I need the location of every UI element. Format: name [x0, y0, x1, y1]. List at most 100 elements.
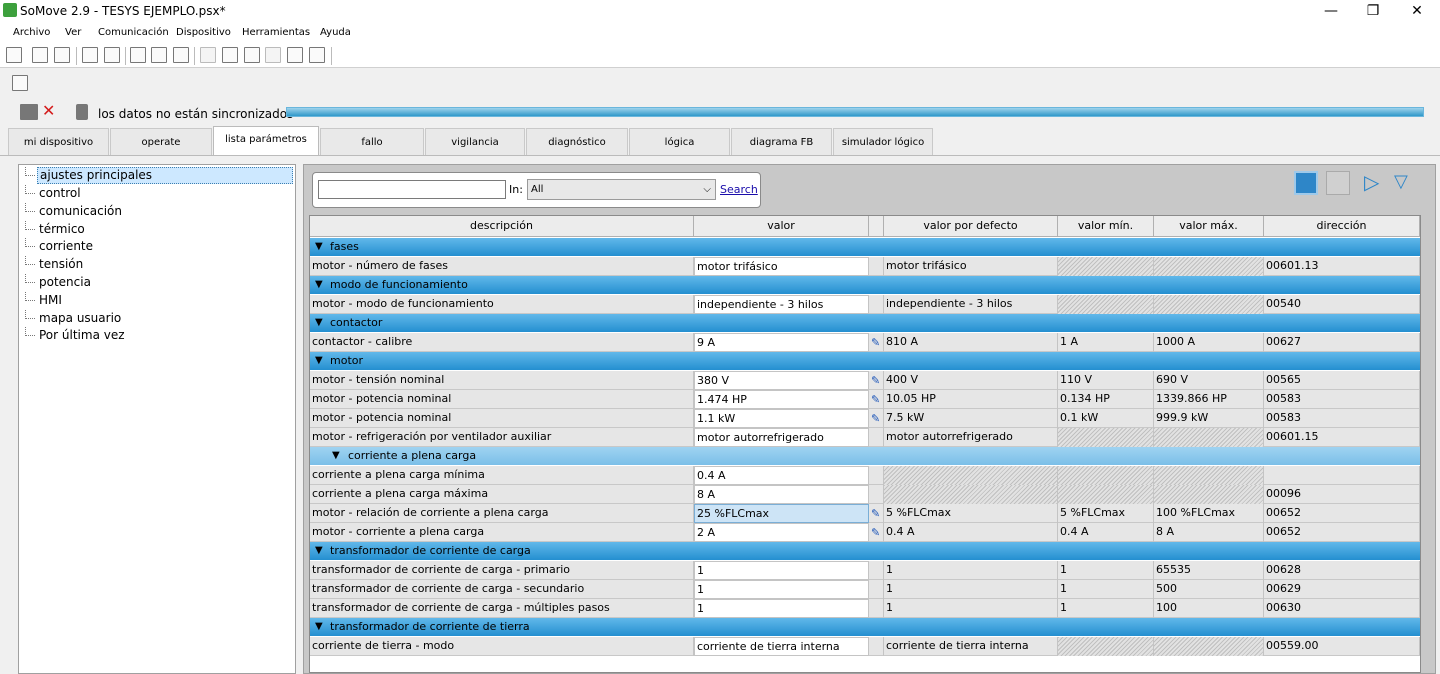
menu-ayuda[interactable]: Ayuda: [320, 27, 351, 38]
cell-valor[interactable]: 9 A: [694, 333, 869, 352]
tree-item-control[interactable]: control: [19, 185, 295, 202]
collapse-triangle-icon[interactable]: ▼: [315, 352, 323, 370]
upload-icon[interactable]: [287, 47, 303, 63]
cell-valor[interactable]: 2 A: [694, 523, 869, 542]
group-header-motor[interactable]: ▼ motor: [310, 352, 1420, 370]
cell-valor-por-defecto: 10.05 HP: [884, 390, 1058, 409]
edit-cell: ✎: [869, 371, 884, 390]
tab-lista-parametros[interactable]: lista parámetros: [213, 126, 319, 156]
collapse-all-icon[interactable]: ▽: [1394, 171, 1418, 195]
cell-valor-max: [1154, 485, 1264, 504]
group-header-tierra[interactable]: ▼ transformador de corriente de tierra: [310, 618, 1420, 636]
tree-item-tension[interactable]: tensión: [19, 256, 295, 273]
collapse-triangle-icon[interactable]: ▼: [332, 447, 340, 465]
cell-valor[interactable]: 0.4 A: [694, 466, 869, 485]
menu-herramientas[interactable]: Herramientas: [242, 27, 310, 38]
print-preview-icon[interactable]: [151, 47, 167, 63]
edit-cell: [869, 637, 884, 656]
menu-dispositivo[interactable]: Dispositivo: [176, 27, 231, 38]
tab-diagrama-fb[interactable]: diagrama FB: [731, 128, 832, 156]
table-row: corriente a plena carga máxima 8 A 00096: [310, 485, 1420, 504]
cell-valor[interactable]: 380 V: [694, 371, 869, 390]
column-header-direccion[interactable]: dirección: [1264, 216, 1420, 237]
collapse-triangle-icon[interactable]: ▼: [315, 618, 323, 636]
tree-item-hmi[interactable]: HMI: [19, 292, 295, 309]
pencil-icon[interactable]: ✎: [871, 524, 880, 542]
column-header-descripcion[interactable]: descripción: [310, 216, 694, 237]
scan-network-icon[interactable]: [200, 47, 216, 63]
tree-item-por-ultima-vez[interactable]: Por última vez: [19, 327, 295, 344]
tree-item-mapa-usuario[interactable]: mapa usuario: [19, 310, 295, 327]
cell-valor[interactable]: 1.474 HP: [694, 390, 869, 409]
home-icon[interactable]: [6, 47, 22, 63]
tree-item-corriente[interactable]: corriente: [19, 238, 295, 255]
cell-valor[interactable]: 1.1 kW: [694, 409, 869, 428]
search-button[interactable]: Search: [720, 183, 758, 196]
column-header-valor-min[interactable]: valor mín.: [1058, 216, 1154, 237]
cell-valor[interactable]: 1: [694, 580, 869, 599]
tree-item-ajustes-principales[interactable]: ajustes principales: [19, 167, 295, 184]
group-header-fases[interactable]: ▼ fases: [310, 238, 1420, 256]
cell-valor[interactable]: independiente - 3 hilos: [694, 295, 869, 314]
plug-icon[interactable]: [244, 47, 260, 63]
download-icon[interactable]: [309, 47, 325, 63]
save-icon[interactable]: [82, 47, 98, 63]
collapse-triangle-icon[interactable]: ▼: [315, 238, 323, 256]
cell-valor[interactable]: 25 %FLCmax: [694, 504, 869, 523]
tab-vigilancia[interactable]: vigilancia: [425, 128, 525, 156]
new-file-icon[interactable]: [32, 47, 48, 63]
tree-item-termico[interactable]: térmico: [19, 221, 295, 238]
cell-valor[interactable]: 1: [694, 561, 869, 580]
device-icon: [20, 104, 38, 120]
collapse-triangle-icon[interactable]: ▼: [315, 314, 323, 332]
cell-valor[interactable]: corriente de tierra interna: [694, 637, 869, 656]
collapse-triangle-icon[interactable]: ▼: [315, 542, 323, 560]
tab-logica-personalizada[interactable]: lógica personalizada: [629, 128, 730, 176]
menu-archivo[interactable]: Archivo: [13, 27, 50, 38]
open-folder-icon[interactable]: [54, 47, 70, 63]
table-view-icon[interactable]: [1294, 171, 1318, 195]
pencil-icon[interactable]: ✎: [871, 410, 880, 428]
minimize-button[interactable]: —: [1316, 2, 1346, 20]
print-icon[interactable]: [173, 47, 189, 63]
column-header-valor-por-defecto[interactable]: valor por defecto: [884, 216, 1058, 237]
tree-item-comunicacion[interactable]: comunicación: [19, 203, 295, 220]
report-icon[interactable]: [130, 47, 146, 63]
collapse-triangle-icon[interactable]: ▼: [315, 276, 323, 294]
maximize-button[interactable]: ❐: [1358, 2, 1388, 20]
close-button[interactable]: ✕: [1402, 2, 1432, 20]
tab-fallo[interactable]: fallo: [320, 128, 424, 156]
search-input[interactable]: [318, 180, 506, 199]
pencil-icon[interactable]: ✎: [871, 372, 880, 390]
printer-small-icon[interactable]: [12, 75, 28, 91]
tab-simulador-logico[interactable]: simulador lógico: [833, 128, 933, 156]
cell-direccion: 00652: [1264, 523, 1420, 542]
cell-valor-por-defecto: [884, 466, 1058, 485]
cell-valor[interactable]: 8 A: [694, 485, 869, 504]
cell-valor[interactable]: motor autorrefrigerado: [694, 428, 869, 447]
column-header-valor-max[interactable]: valor máx.: [1154, 216, 1264, 237]
group-header-plena[interactable]: ▼ corriente a plena carga: [310, 447, 1420, 465]
group-header-trafo[interactable]: ▼ transformador de corriente de carga: [310, 542, 1420, 560]
menu-ver[interactable]: Ver: [65, 27, 81, 38]
in-filter-select[interactable]: All ⌵: [527, 179, 716, 200]
column-header-valor[interactable]: valor: [694, 216, 869, 237]
tab-operate[interactable]: operate: [110, 128, 212, 156]
connect-icon[interactable]: [222, 47, 238, 63]
cell-valor[interactable]: 1: [694, 599, 869, 618]
save-as-icon[interactable]: [104, 47, 120, 63]
pencil-icon[interactable]: ✎: [871, 505, 880, 523]
expand-all-icon[interactable]: ▷: [1364, 171, 1388, 195]
tree-item-potencia[interactable]: potencia: [19, 274, 295, 291]
tab-diagnostico[interactable]: diagnóstico: [526, 128, 628, 156]
disconnect-icon[interactable]: [265, 47, 281, 63]
pencil-icon[interactable]: ✎: [871, 391, 880, 409]
tab-mi-dispositivo[interactable]: mi dispositivo: [8, 128, 109, 156]
group-header-modo[interactable]: ▼ modo de funcionamiento: [310, 276, 1420, 294]
cell-valor[interactable]: motor trifásico: [694, 257, 869, 276]
cell-valor-min: 110 V: [1058, 371, 1154, 390]
grid-view-icon[interactable]: [1326, 171, 1350, 195]
group-header-contactor[interactable]: ▼ contactor: [310, 314, 1420, 332]
menu-comunicacion[interactable]: Comunicación: [98, 27, 169, 38]
pencil-icon[interactable]: ✎: [871, 334, 880, 352]
